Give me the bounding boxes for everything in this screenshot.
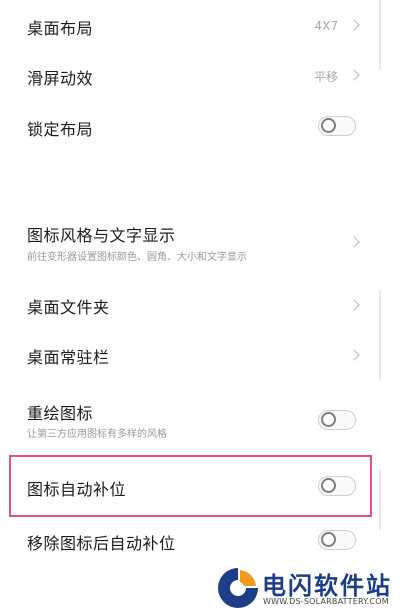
- setting-row-icon-style[interactable]: 图标风格与文字显示 前往变形器设置图标颜色、圆角、大小和文字显示: [0, 212, 400, 276]
- watermark: 电闪软件站 WWW.DS-SOLARBATTERY.COM: [206, 562, 400, 614]
- setting-title: 锁定布局: [27, 120, 94, 139]
- scrollbar-track[interactable]: [379, 290, 381, 380]
- setting-title: 重绘图标: [27, 404, 94, 423]
- watermark-name: 电闪软件站: [262, 572, 392, 600]
- setting-row-scroll-effect[interactable]: 滑屏动效 平移: [0, 52, 400, 102]
- chevron-right-icon: [348, 349, 360, 361]
- setting-subtitle: 前往变形器设置图标颜色、圆角、大小和文字显示: [27, 252, 247, 263]
- scrollbar-track[interactable]: [379, 0, 381, 70]
- setting-title: 图标自动补位: [27, 480, 127, 499]
- repaint-icons-toggle[interactable]: [318, 410, 356, 430]
- setting-row-repaint-icons: 重绘图标 让第三方应用图标有多样的风格: [0, 386, 400, 450]
- setting-title: 滑屏动效: [27, 69, 94, 88]
- toggle-knob: [321, 532, 336, 547]
- setting-row-desktop-folder[interactable]: 桌面文件夹: [0, 278, 400, 330]
- chevron-right-icon: [348, 236, 360, 248]
- auto-fill-after-remove-toggle[interactable]: [318, 530, 356, 550]
- icon-auto-fill-toggle[interactable]: [318, 476, 356, 496]
- setting-row-icon-auto-fill: 图标自动补位: [0, 458, 400, 514]
- toggle-knob: [321, 118, 336, 133]
- toggle-knob: [321, 478, 336, 493]
- setting-row-lock-layout: 锁定布局: [0, 102, 400, 152]
- setting-title: 桌面布局: [27, 19, 94, 38]
- chevron-right-icon: [348, 299, 360, 311]
- setting-value: 平移: [313, 70, 338, 84]
- setting-value: 4X7: [314, 19, 339, 33]
- lock-layout-toggle[interactable]: [318, 116, 356, 136]
- desktop-settings-screen: 桌面布局 4X7 滑屏动效 平移 锁定布局 图标风格与文字显示 前往变形器设置图…: [0, 0, 400, 614]
- setting-title: 移除图标后自动补位: [27, 534, 176, 553]
- watermark-url: WWW.DS-SOLARBATTERY.COM: [263, 597, 389, 606]
- setting-row-dock[interactable]: 桌面常驻栏: [0, 330, 400, 382]
- setting-subtitle: 让第三方应用图标有多样的风格: [27, 429, 167, 440]
- setting-row-auto-fill-after-remove: 移除图标后自动补位: [0, 518, 400, 566]
- toggle-knob: [321, 412, 336, 427]
- setting-title: 图标风格与文字显示: [27, 226, 176, 245]
- watermark-logo-icon: [218, 568, 258, 608]
- setting-row-desktop-layout[interactable]: 桌面布局 4X7: [0, 0, 400, 52]
- chevron-right-icon: [348, 69, 360, 81]
- setting-title: 桌面文件夹: [27, 298, 110, 317]
- chevron-right-icon: [348, 19, 360, 31]
- setting-title: 桌面常驻栏: [27, 348, 110, 367]
- scrollbar-track[interactable]: [379, 470, 381, 530]
